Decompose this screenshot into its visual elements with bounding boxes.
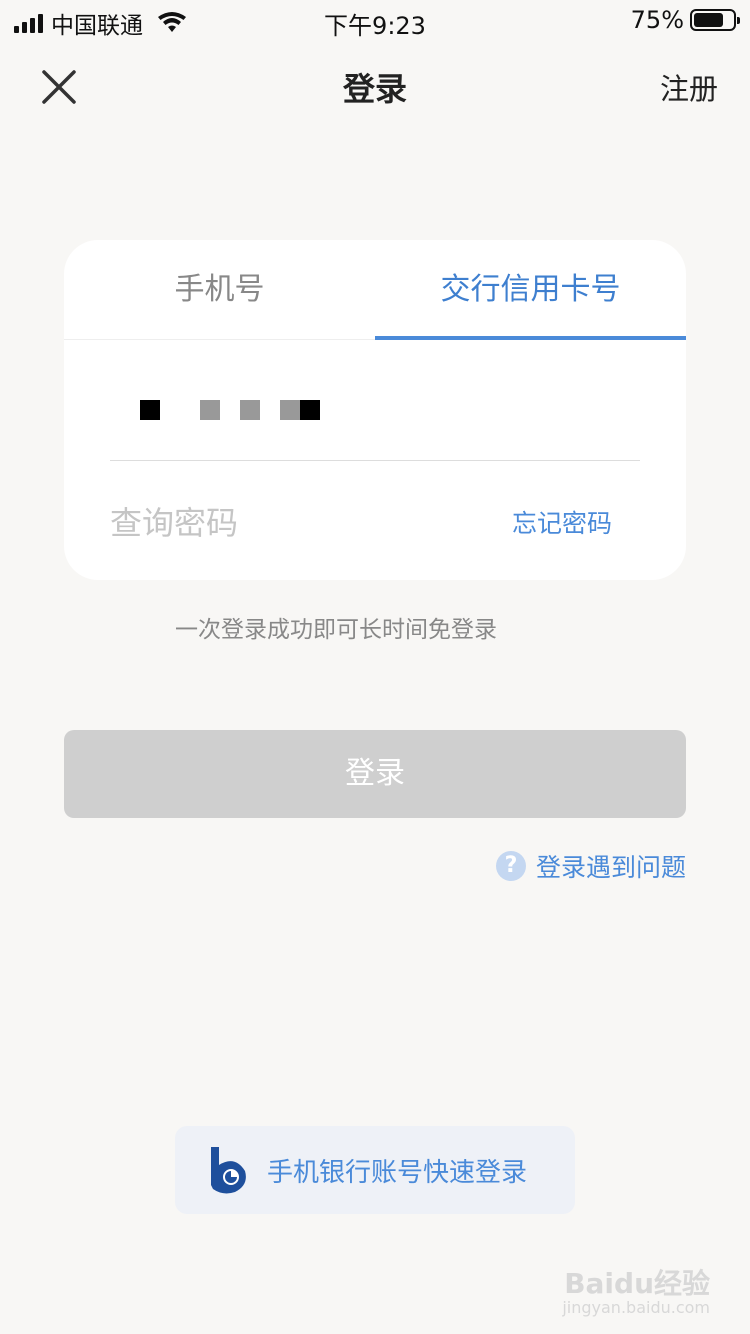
tab-active-indicator (375, 336, 686, 340)
field-divider (110, 460, 640, 461)
battery-percent: 75% (630, 6, 684, 34)
login-tabs: 手机号 交行信用卡号 (64, 240, 686, 340)
status-right: 75% (630, 6, 740, 34)
status-bar: 中国联通 下午9:23 75% (0, 0, 750, 40)
question-icon: ? (495, 851, 526, 881)
card-number-input[interactable] (140, 400, 340, 420)
password-input[interactable]: 查询密码 (110, 498, 238, 544)
login-button[interactable]: 登录 (64, 730, 686, 818)
nav-bar: 登录 注册 (0, 50, 750, 120)
login-problem-label: 登录遇到问题 (535, 853, 686, 882)
login-hint: 一次登录成功即可长时间免登录 (175, 617, 497, 643)
forgot-password-link[interactable]: 忘记密码 (512, 504, 612, 540)
quick-login-label: 手机银行账号快速登录 (267, 1157, 528, 1188)
tab-divider (64, 339, 375, 340)
watermark-url: jingyan.baidu.com (562, 1298, 710, 1317)
battery-icon (690, 9, 740, 31)
watermark: Baidu经验 (564, 1267, 710, 1300)
register-link[interactable]: 注册 (660, 66, 718, 108)
login-problem-link[interactable]: ? 登录遇到问题 (495, 848, 686, 884)
bank-logo-icon (211, 1147, 246, 1194)
login-card: 手机号 交行信用卡号 查询密码 忘记密码 (64, 240, 686, 580)
battery-fill (694, 13, 723, 27)
tab-phone[interactable]: 手机号 (64, 240, 375, 340)
page-title: 登录 (342, 70, 407, 108)
tab-credit-card[interactable]: 交行信用卡号 (375, 240, 686, 340)
quick-login-button[interactable]: 手机银行账号快速登录 (175, 1126, 575, 1214)
